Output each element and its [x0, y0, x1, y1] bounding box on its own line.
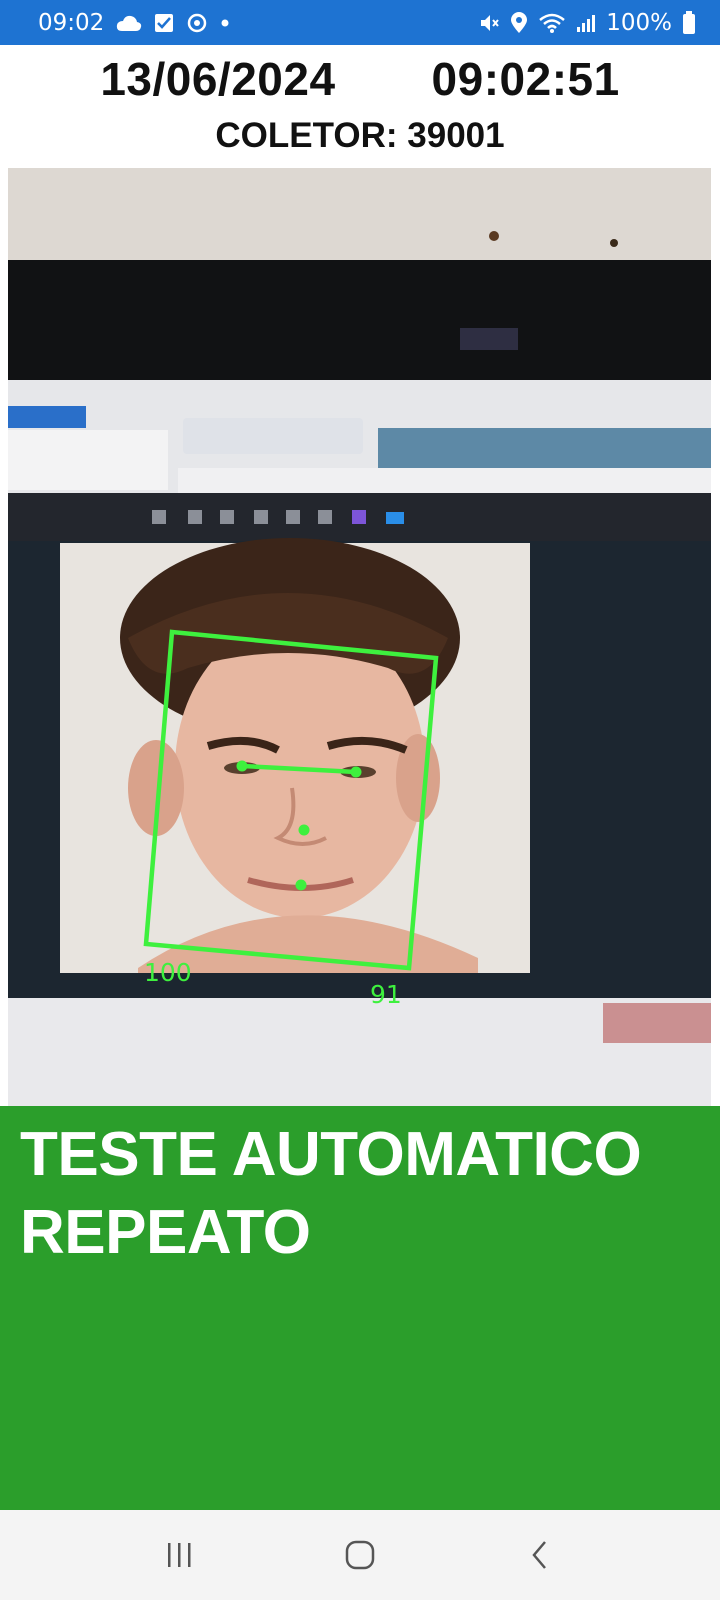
recent-apps-button[interactable]	[145, 1525, 215, 1585]
dot-icon	[220, 18, 230, 28]
home-button[interactable]	[325, 1525, 395, 1585]
status-right: 100%	[478, 10, 696, 36]
mute-icon	[478, 12, 500, 34]
recent-apps-icon	[168, 1543, 191, 1567]
battery-percent: 100%	[606, 9, 672, 36]
signal-icon	[576, 13, 596, 33]
face-score-left: 100	[144, 958, 192, 987]
face-score-right: 91	[370, 980, 402, 1009]
sync-icon	[186, 12, 208, 34]
checkbox-icon	[154, 13, 174, 33]
location-icon	[510, 11, 528, 34]
result-panel: TESTE AUTOMATICO REPEATO	[0, 1106, 720, 1510]
navigation-bar	[0, 1510, 720, 1600]
wifi-icon	[538, 12, 566, 34]
status-time: 09:02	[38, 9, 105, 36]
back-icon	[532, 1541, 546, 1569]
camera-preview: 100 91	[8, 168, 711, 1106]
status-left: 09:02	[38, 10, 230, 36]
home-icon	[345, 1540, 375, 1570]
header-time: 09:02:51	[431, 53, 620, 105]
status-bar: 09:02 100%	[0, 0, 720, 45]
battery-icon	[682, 10, 696, 35]
result-message: TESTE AUTOMATICO REPEATO	[20, 1120, 642, 1267]
cloud-icon	[116, 14, 142, 32]
camera-frame	[8, 168, 711, 1106]
back-button[interactable]	[505, 1525, 575, 1585]
header-datetime: 13/06/2024 09:02:51	[0, 48, 720, 110]
collector-label: COLETOR: 39001	[215, 116, 505, 155]
header-date: 13/06/2024	[100, 53, 336, 105]
